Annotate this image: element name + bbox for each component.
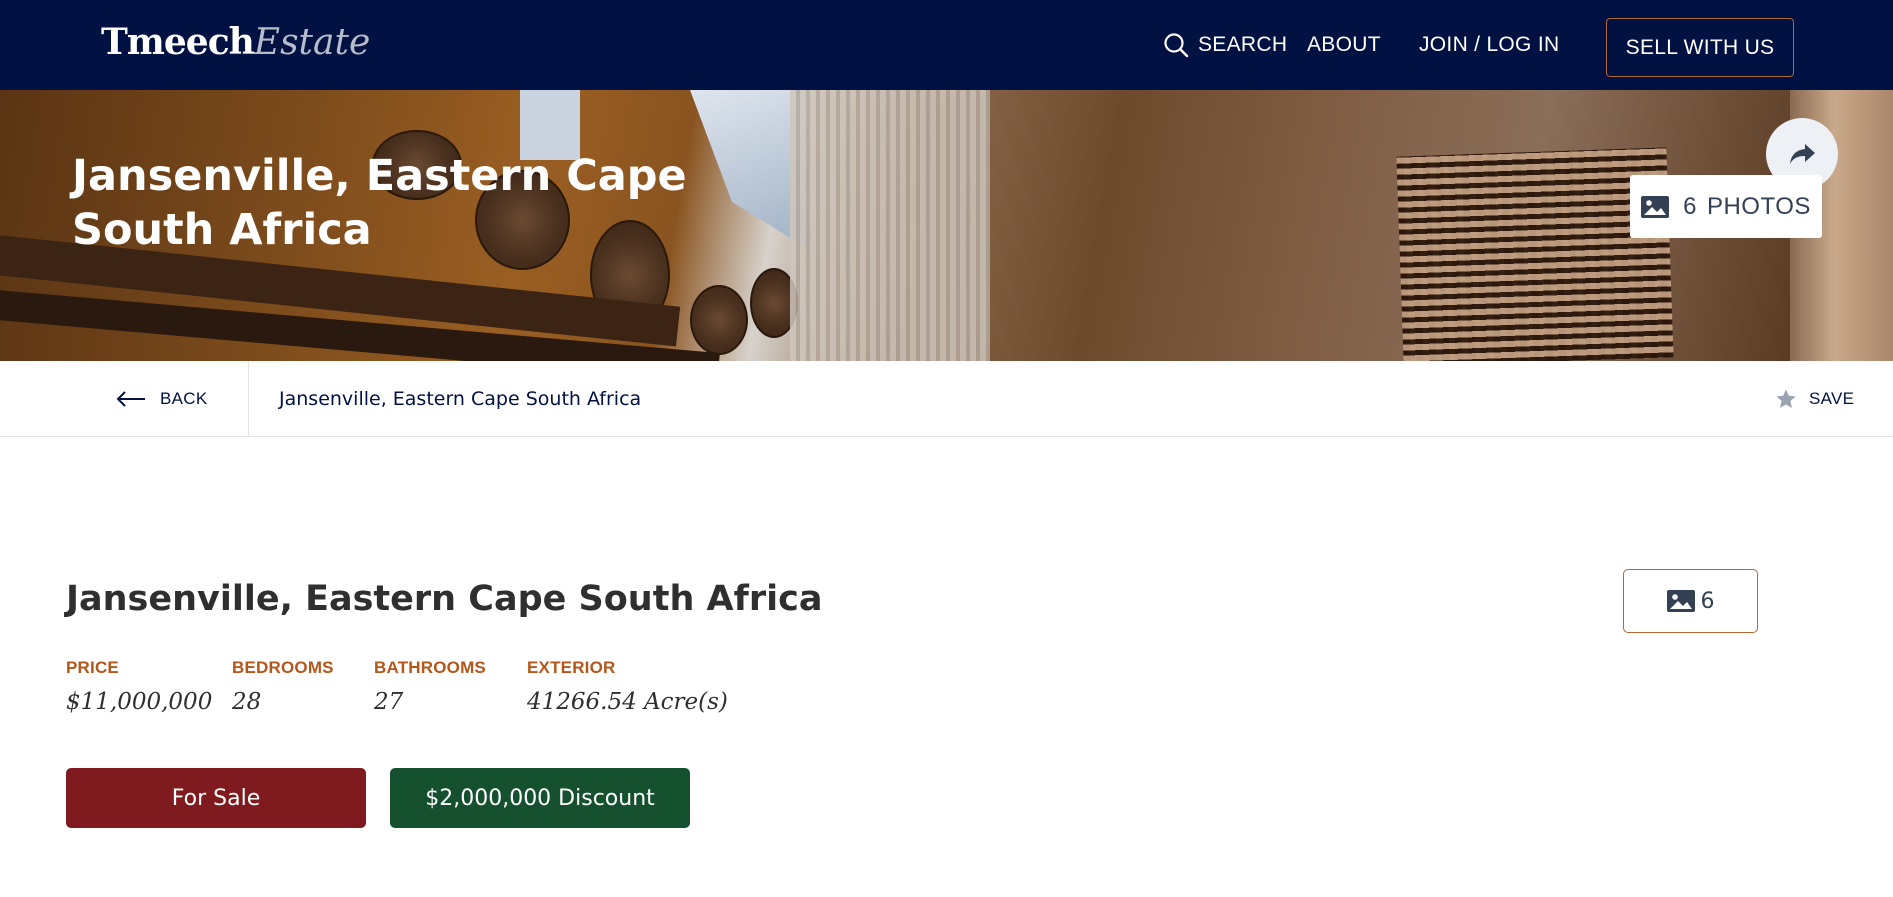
stat-bathrooms-label: BATHROOMS: [374, 658, 486, 677]
image-icon: [1641, 195, 1670, 218]
site-logo[interactable]: TmeechEstate: [101, 20, 370, 65]
stat-price-label: PRICE: [66, 658, 119, 677]
save-label: SAVE: [1809, 389, 1855, 408]
stat-exterior: EXTERIOR 41266.54 Acre(s): [527, 656, 728, 716]
stat-bedrooms: BEDROOMS 28: [232, 656, 334, 716]
stat-price-value: $11,000,000: [66, 689, 213, 715]
listing-title: Jansenville, Eastern Cape South Africa: [66, 579, 823, 619]
back-label: BACK: [160, 389, 208, 408]
star-icon: [1776, 389, 1796, 408]
subbar-divider: [248, 361, 249, 437]
logo-italic-text: Estate: [253, 22, 371, 63]
top-navbar: TmeechEstate SEARCH ABOUT JOIN / LOG IN …: [0, 0, 1893, 90]
sell-with-us-button[interactable]: SELL WITH US: [1606, 18, 1794, 77]
nav-about-link[interactable]: ABOUT: [1307, 0, 1381, 90]
nav-about-label: ABOUT: [1307, 33, 1381, 56]
photo-count-button[interactable]: 6: [1623, 569, 1758, 633]
sell-with-us-label: SELL WITH US: [1625, 35, 1775, 59]
subbar-title: Jansenville, Eastern Cape South Africa: [279, 388, 642, 410]
listing-subbar: BACK Jansenville, Eastern Cape South Afr…: [0, 361, 1893, 437]
share-arrow-icon: [1790, 144, 1815, 164]
arrow-left-icon: [116, 391, 145, 407]
photos-count: 6: [1683, 192, 1697, 220]
photos-label: PHOTOS: [1706, 192, 1811, 220]
nav-search-link[interactable]: SEARCH: [1163, 0, 1287, 90]
view-photos-button[interactable]: 6 PHOTOS: [1630, 175, 1822, 238]
stat-bathrooms: BATHROOMS 27: [374, 656, 486, 716]
hero-banner: Jansenville, Eastern Cape South Africa 6…: [0, 90, 1893, 361]
photo-count-value: 6: [1700, 588, 1715, 614]
for-sale-badge: For Sale: [66, 768, 366, 828]
stat-bedrooms-label: BEDROOMS: [232, 658, 334, 677]
search-icon: [1164, 33, 1189, 58]
stat-price: PRICE $11,000,000: [66, 656, 212, 716]
discount-badge: $2,000,000 Discount: [390, 768, 690, 828]
hero-photo-curtain: [790, 90, 990, 361]
stat-exterior-value: 41266.54 Acre(s): [527, 689, 728, 715]
hero-photo-basket: [690, 285, 748, 355]
nav-join-login-link[interactable]: JOIN / LOG IN: [1419, 0, 1559, 90]
nav-search-label: SEARCH: [1198, 33, 1288, 56]
nav-join-label: JOIN / LOG IN: [1419, 33, 1560, 56]
back-button[interactable]: BACK: [116, 361, 208, 437]
save-button[interactable]: SAVE: [1775, 361, 1854, 437]
hero-title: Jansenville, Eastern Cape South Africa: [72, 151, 687, 255]
stat-bedrooms-value: 28: [232, 689, 262, 715]
logo-bold-text: Tmeech: [101, 21, 255, 63]
stat-bathrooms-value: 27: [374, 689, 404, 715]
stat-exterior-label: EXTERIOR: [527, 658, 616, 677]
image-icon: [1666, 590, 1695, 612]
